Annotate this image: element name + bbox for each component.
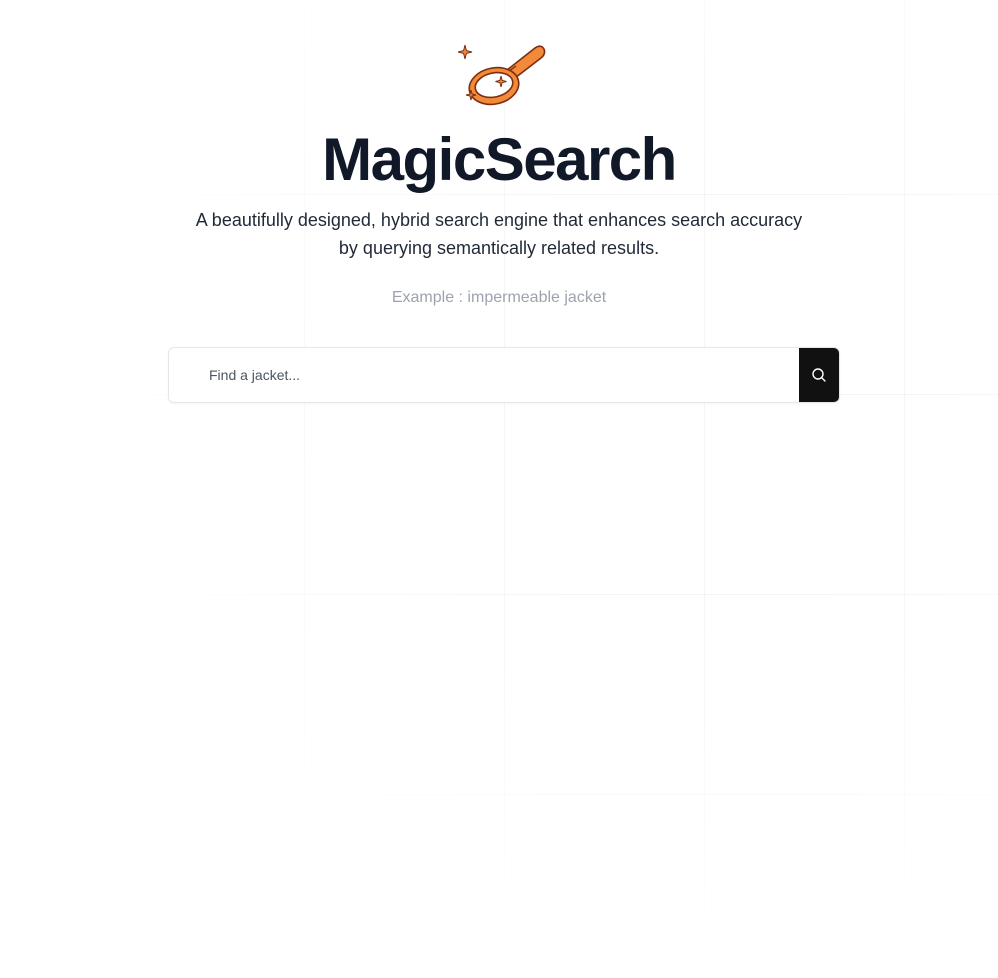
search-bar (168, 347, 840, 403)
tagline: A beautifully designed, hybrid search en… (195, 210, 803, 258)
search-input[interactable] (169, 348, 799, 402)
magnifying-glass-logo-icon (457, 44, 546, 106)
hero-section: MagicSearch A beautifully designed, hybr… (0, 40, 998, 310)
page-title: MagicSearch (322, 126, 677, 193)
search-button[interactable] (799, 348, 839, 402)
search-icon (812, 368, 826, 382)
example-query: Example : impermeable jacket (391, 289, 607, 306)
